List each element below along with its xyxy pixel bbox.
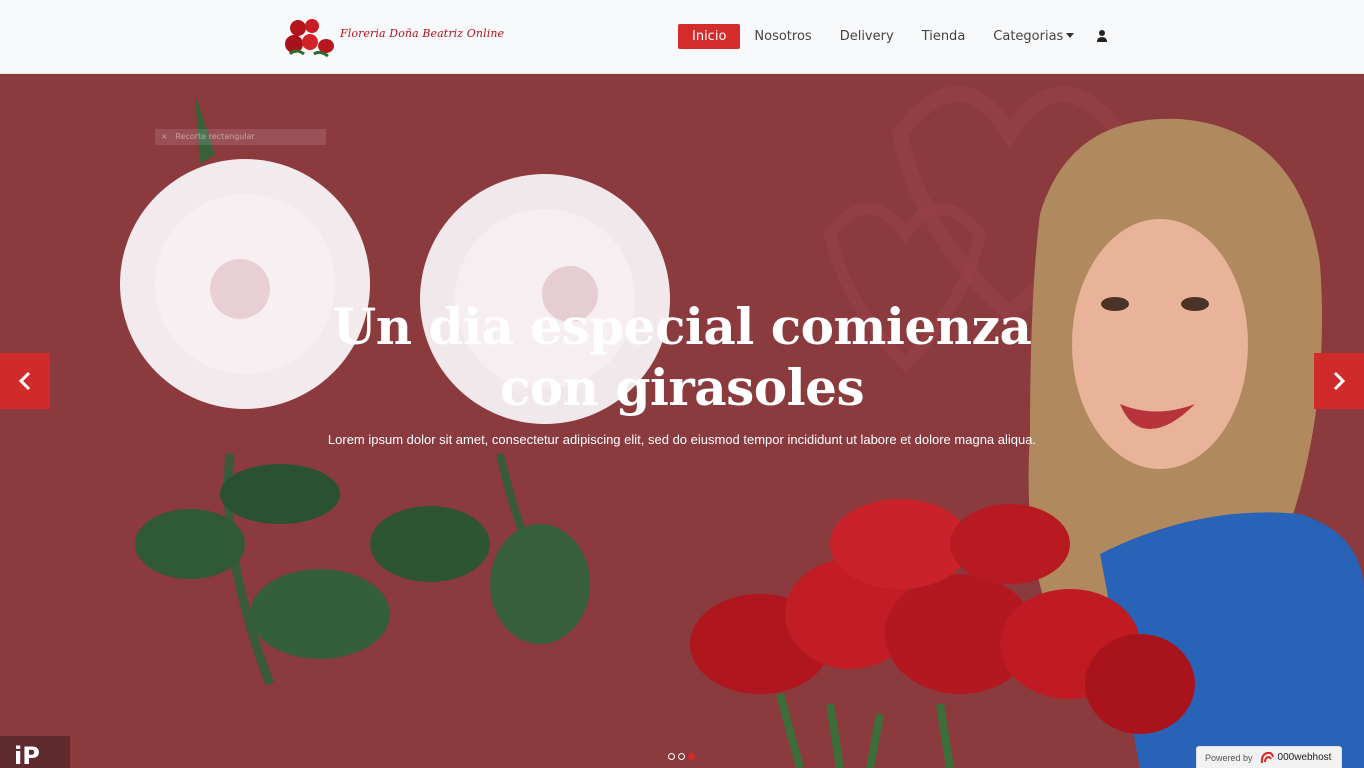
chevron-right-icon	[1333, 371, 1346, 391]
nav-item-inicio[interactable]: Inicio	[678, 24, 741, 49]
carousel-prev-button[interactable]	[0, 353, 50, 409]
brand[interactable]: Floreria Doña Beatriz Online	[284, 14, 504, 58]
roses-logo-icon	[284, 14, 336, 58]
hero-carousel: × Recorte rectangular Un dia especial co…	[0, 74, 1364, 768]
nav-item-delivery[interactable]: Delivery	[826, 24, 908, 49]
corner-watermark: iP	[0, 736, 70, 768]
carousel-indicator-2[interactable]	[678, 753, 685, 760]
navbar: Floreria Doña Beatriz Online Inicio Noso…	[0, 0, 1364, 74]
carousel-indicators	[668, 753, 695, 760]
carousel-next-button[interactable]	[1314, 353, 1364, 409]
user-icon[interactable]	[1094, 24, 1110, 49]
nav-item-categorias-label: Categorias	[993, 29, 1064, 44]
crop-toolbar-overlay: × Recorte rectangular	[155, 129, 326, 145]
nav-item-nosotros[interactable]: Nosotros	[740, 24, 825, 49]
webhost-name: 000webhost	[1277, 752, 1332, 763]
carousel-indicator-1[interactable]	[668, 753, 675, 760]
brand-name: Floreria Doña Beatriz Online	[340, 26, 505, 40]
webhost-logo-icon	[1260, 751, 1274, 763]
carousel-caption: Un dia especial comienza con girasoles L…	[300, 296, 1064, 447]
nav-item-tienda[interactable]: Tienda	[908, 24, 980, 49]
hero-title: Un dia especial comienza con girasoles	[332, 297, 1032, 417]
hero-text: Lorem ipsum dolor sit amet, consectetur …	[327, 432, 1037, 447]
chevron-left-icon	[18, 371, 31, 391]
powered-by-label: Powered by	[1205, 752, 1253, 763]
carousel-indicator-3[interactable]	[688, 753, 695, 760]
powered-by-badge[interactable]: Powered by 000webhost	[1196, 746, 1342, 768]
caret-down-icon	[1066, 33, 1075, 38]
nav-item-categorias[interactable]: Categorias	[979, 24, 1088, 49]
crop-toolbar-label: Recorte rectangular	[175, 132, 255, 141]
main-nav: Inicio Nosotros Delivery Tienda Categori…	[678, 24, 1110, 49]
